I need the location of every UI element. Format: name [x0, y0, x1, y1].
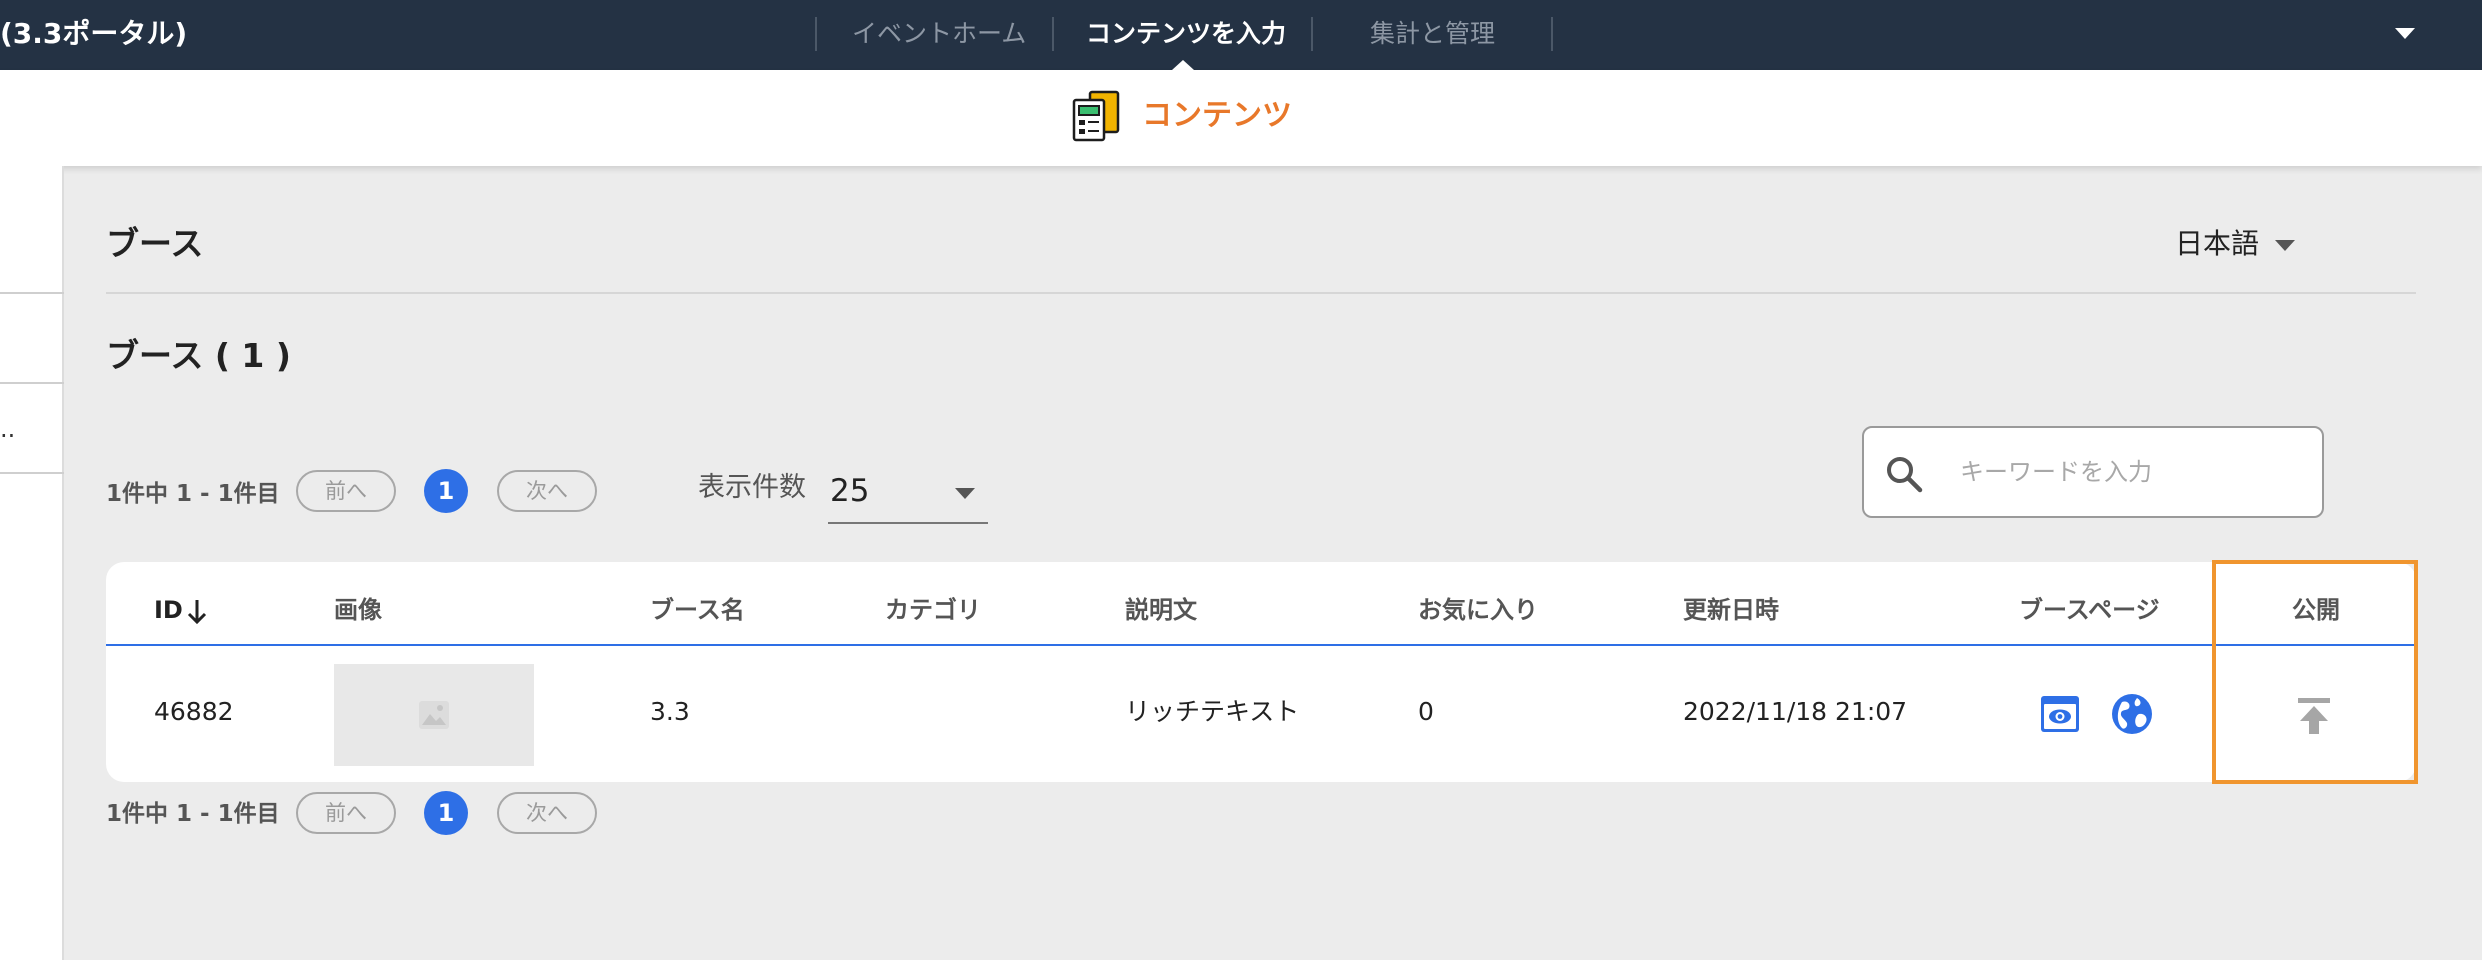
column-header-favorites[interactable]: お気に入り: [1418, 590, 1538, 630]
cell-booth-name[interactable]: 3.3: [650, 692, 690, 732]
column-header-category[interactable]: カテゴリ: [885, 590, 981, 630]
cell-description: リッチテキスト: [1125, 697, 1300, 726]
content-title: コンテンツ: [1142, 98, 1292, 133]
pagination-info: 1件中 1 - 1件目: [106, 801, 280, 827]
left-sidebar: ..: [0, 166, 64, 960]
column-header-booth-page: ブースページ: [2019, 596, 2160, 624]
sidebar-divider: [0, 292, 64, 294]
publish-upload-icon[interactable]: [2296, 696, 2332, 736]
booth-thumbnail[interactable]: [334, 664, 534, 766]
prev-page-button[interactable]: 前へ: [296, 470, 396, 512]
nav-aggregate-manage[interactable]: 集計と管理: [1370, 14, 1495, 54]
next-page-button[interactable]: 次へ: [497, 470, 597, 512]
search-icon: [1887, 457, 1923, 493]
per-page-value: 25: [830, 473, 870, 509]
search-box[interactable]: [1862, 426, 2324, 518]
arrow-down-icon[interactable]: [184, 590, 210, 630]
nav-separator: [1052, 17, 1054, 51]
column-header-updated[interactable]: 更新日時: [1683, 590, 1779, 630]
column-header-description: 説明文: [1125, 596, 1197, 624]
section-divider: [106, 292, 2416, 294]
per-page-label: 表示件数: [698, 472, 806, 503]
nav-enter-content[interactable]: コンテンツを入力: [1086, 14, 1286, 54]
per-page-select[interactable]: 25: [828, 460, 988, 524]
publish-cell: [2212, 562, 2416, 782]
cell-id: 46882: [154, 697, 234, 726]
booth-count-title: ブース ( 1 ): [106, 336, 291, 375]
chevron-down-icon: [955, 488, 975, 499]
chevron-down-icon[interactable]: [2275, 240, 2295, 251]
sidebar-item-truncated[interactable]: ..: [0, 414, 15, 444]
page-number-button[interactable]: 1: [424, 791, 468, 835]
nav-separator: [1311, 17, 1313, 51]
cell-favorites: 0: [1418, 697, 1434, 726]
booth-table: ID 画像 ブース名 カテゴリ 説明文 お気に入り 更新日時 ブースページ 公開…: [106, 562, 2416, 782]
portal-title: (3.3ポータル): [0, 17, 188, 50]
column-header-booth-name[interactable]: ブース名: [650, 590, 745, 630]
page-title: ブース: [106, 224, 204, 263]
column-header-image: 画像: [334, 596, 382, 624]
prev-page-button[interactable]: 前へ: [296, 792, 396, 834]
top-nav-bar: (3.3ポータル) イベントホーム コンテンツを入力 集計と管理: [0, 0, 2482, 70]
table-header-divider: [106, 644, 2416, 646]
nav-event-home[interactable]: イベントホーム: [852, 14, 1026, 54]
globe-icon[interactable]: [2110, 692, 2154, 736]
pagination-info: 1件中 1 - 1件目: [106, 481, 280, 507]
content-subheader: コンテンツ: [0, 70, 2482, 166]
next-page-button[interactable]: 次へ: [497, 792, 597, 834]
nav-separator: [815, 17, 817, 51]
language-select[interactable]: 日本語: [2175, 226, 2259, 262]
cell-updated: 2022/11/18 21:07: [1683, 697, 1908, 726]
page-number-button[interactable]: 1: [424, 469, 468, 513]
image-placeholder-icon: [419, 701, 449, 729]
sidebar-divider: [0, 382, 64, 384]
nav-separator: [1551, 17, 1553, 51]
search-input[interactable]: [1960, 450, 2300, 494]
user-menu-dropdown-icon[interactable]: [2395, 28, 2415, 39]
sidebar-divider: [0, 472, 64, 474]
content-form-icon: [1072, 90, 1120, 142]
preview-eye-icon[interactable]: [2040, 694, 2080, 734]
active-nav-indicator: [1172, 60, 1194, 70]
column-header-id[interactable]: ID: [154, 590, 183, 630]
